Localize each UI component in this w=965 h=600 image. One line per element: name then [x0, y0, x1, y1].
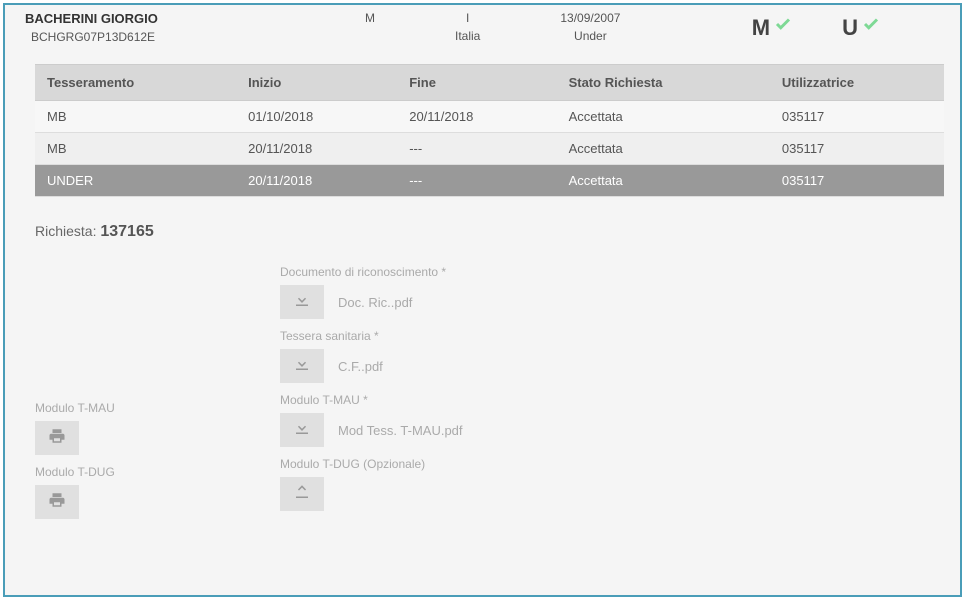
request-row: Richiesta: 137165	[5, 197, 960, 241]
cell-stato: Accettata	[557, 101, 770, 133]
th-stato: Stato Richiesta	[557, 65, 770, 101]
doc-tess-file: C.F..pdf	[338, 359, 383, 374]
upload-col: Documento di riconoscimento * Doc. Ric..…	[280, 265, 930, 529]
cell-tess: MB	[35, 133, 236, 165]
tesseramenti-table: Tesseramento Inizio Fine Stato Richiesta…	[35, 64, 944, 197]
request-number: 137165	[100, 223, 153, 240]
status-m: M	[752, 15, 792, 41]
country: Italia	[455, 29, 480, 43]
cell-fine: ---	[397, 133, 556, 165]
docs-area: Modulo T-MAU Modulo T-DUG	[5, 241, 960, 529]
status-u: U	[842, 15, 880, 41]
cell-stato: Accettata	[557, 133, 770, 165]
print-dug-block: Modulo T-DUG	[35, 465, 280, 519]
print-icon	[48, 427, 66, 450]
doc-mau-file: Mod Tess. T-MAU.pdf	[338, 423, 463, 438]
gender-block: M	[365, 11, 375, 43]
gender: M	[365, 11, 375, 25]
table-wrap: Tesseramento Inizio Fine Stato Richiesta…	[5, 54, 960, 197]
doc-ric-block: Documento di riconoscimento * Doc. Ric..…	[280, 265, 930, 319]
birthdate-block: 13/09/2007 Under	[560, 11, 620, 43]
table-header-row: Tesseramento Inizio Fine Stato Richiesta…	[35, 65, 944, 101]
cell-inizio: 20/11/2018	[236, 133, 397, 165]
table-row[interactable]: MB 20/11/2018 --- Accettata 035117	[35, 133, 944, 165]
cell-stato: Accettata	[557, 165, 770, 197]
request-label: Richiesta:	[35, 223, 96, 239]
doc-dug-block: Modulo T-DUG (Opzionale)	[280, 457, 930, 511]
cell-util: 035117	[770, 101, 944, 133]
download-ric-button[interactable]	[280, 285, 324, 319]
birthdate: 13/09/2007	[560, 11, 620, 25]
cell-util: 035117	[770, 133, 944, 165]
status-u-label: U	[842, 15, 858, 41]
print-col: Modulo T-MAU Modulo T-DUG	[35, 265, 280, 529]
upload-dug-button[interactable]	[280, 477, 324, 511]
doc-ric-file: Doc. Ric..pdf	[338, 295, 412, 310]
person-header: BACHERINI GIORGIO BCHGRG07P13D612E M I I…	[5, 5, 960, 54]
download-icon	[293, 419, 311, 442]
cell-fine: 20/11/2018	[397, 101, 556, 133]
cell-inizio: 20/11/2018	[236, 165, 397, 197]
status-m-label: M	[752, 15, 770, 41]
doc-tess-label: Tessera sanitaria *	[280, 329, 930, 343]
person-info: BACHERINI GIORGIO BCHGRG07P13D612E	[25, 11, 325, 44]
table-row[interactable]: MB 01/10/2018 20/11/2018 Accettata 03511…	[35, 101, 944, 133]
cell-util: 035117	[770, 165, 944, 197]
download-icon	[293, 291, 311, 314]
th-util: Utilizzatrice	[770, 65, 944, 101]
check-icon	[774, 13, 792, 39]
status-group: M U	[752, 11, 880, 41]
th-inizio: Inizio	[236, 65, 397, 101]
th-fine: Fine	[397, 65, 556, 101]
print-dug-label: Modulo T-DUG	[35, 465, 280, 479]
doc-ric-label: Documento di riconoscimento *	[280, 265, 930, 279]
doc-mau-label: Modulo T-MAU *	[280, 393, 930, 407]
cell-inizio: 01/10/2018	[236, 101, 397, 133]
doc-tess-block: Tessera sanitaria * C.F..pdf	[280, 329, 930, 383]
country-short: I	[455, 11, 480, 25]
doc-dug-label: Modulo T-DUG (Opzionale)	[280, 457, 930, 471]
print-mau-label: Modulo T-MAU	[35, 401, 280, 415]
upload-icon	[293, 483, 311, 506]
cell-tess: MB	[35, 101, 236, 133]
cell-tess: UNDER	[35, 165, 236, 197]
print-icon	[48, 491, 66, 514]
print-mau-block: Modulo T-MAU	[35, 401, 280, 455]
download-mau-button[interactable]	[280, 413, 324, 447]
table-row[interactable]: UNDER 20/11/2018 --- Accettata 035117	[35, 165, 944, 197]
person-code: BCHGRG07P13D612E	[25, 30, 325, 44]
check-icon	[862, 13, 880, 39]
download-tess-button[interactable]	[280, 349, 324, 383]
cell-fine: ---	[397, 165, 556, 197]
print-dug-button[interactable]	[35, 485, 79, 519]
person-name: BACHERINI GIORGIO	[25, 11, 325, 26]
doc-mau-block: Modulo T-MAU * Mod Tess. T-MAU.pdf	[280, 393, 930, 447]
main-panel: BACHERINI GIORGIO BCHGRG07P13D612E M I I…	[3, 3, 962, 597]
country-block: I Italia	[455, 11, 480, 43]
download-icon	[293, 355, 311, 378]
print-mau-button[interactable]	[35, 421, 79, 455]
th-tess: Tesseramento	[35, 65, 236, 101]
category: Under	[560, 29, 620, 43]
